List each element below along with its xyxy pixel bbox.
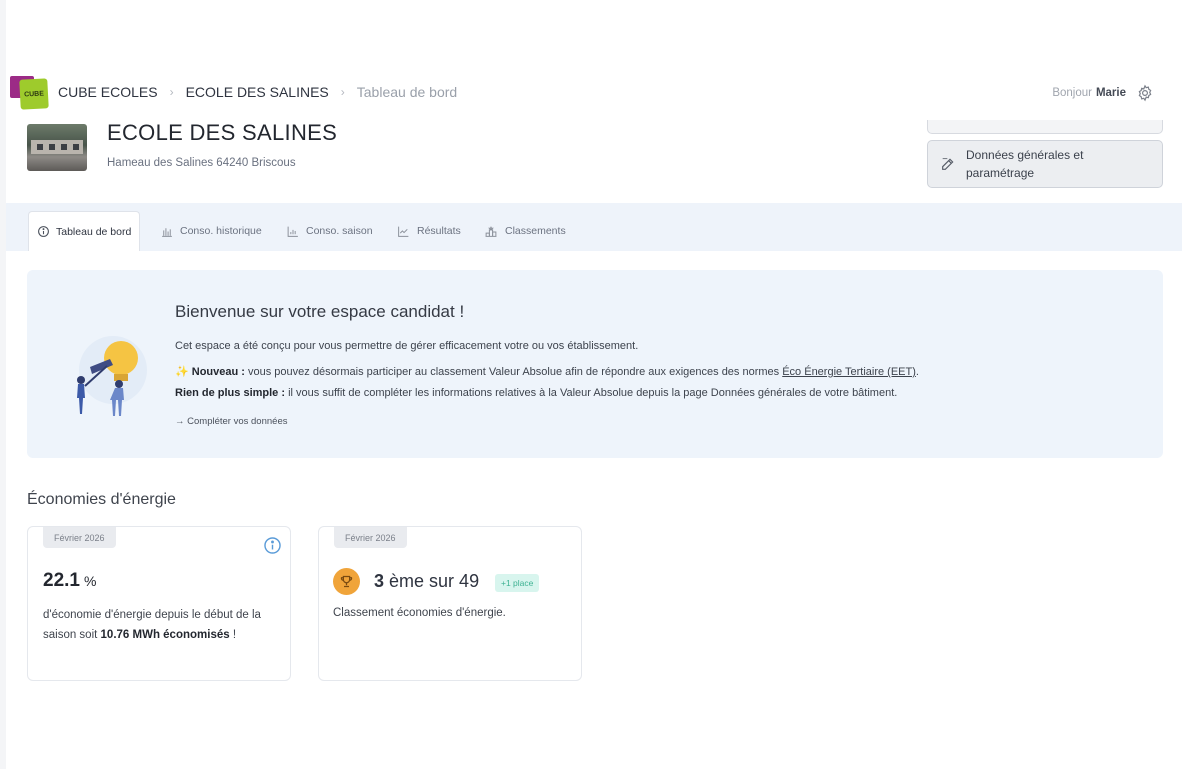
breadcrumb-separator: › xyxy=(340,85,345,99)
complete-data-link[interactable]: → Compléter vos données xyxy=(175,416,287,427)
rank-text: ème sur 49 xyxy=(389,571,480,591)
tab-dashboard-label: Tableau de bord xyxy=(56,225,132,238)
savings-description: d'économie d'énergie depuis le début de … xyxy=(43,605,283,645)
breadcrumb-item-school[interactable]: ECOLE DES SALINES xyxy=(186,84,329,100)
tab-history-consumption[interactable]: Conso. historique xyxy=(160,211,262,251)
tab-dashboard[interactable]: Tableau de bord xyxy=(28,211,141,251)
bar-chart-icon xyxy=(162,227,172,237)
eet-link[interactable]: Éco Énergie Tertiaire (EET) xyxy=(782,366,916,378)
cube-logo[interactable]: CUBE xyxy=(10,74,49,110)
savings-text-end: ! xyxy=(229,629,237,641)
new-suffix: . xyxy=(915,366,919,378)
tab-season-consumption[interactable]: Conso. saison xyxy=(286,211,373,251)
breadcrumb-item-cube-ecoles[interactable]: CUBE ECOLES xyxy=(58,84,158,100)
user-name: Marie xyxy=(1095,87,1126,99)
energy-section-title: Économies d'énergie xyxy=(27,491,176,508)
welcome-intro: Cet espace a été conçu pour vous permett… xyxy=(175,340,639,352)
welcome-card: Bienvenue sur votre espace candidat ! Ce… xyxy=(27,270,1163,458)
gear-icon[interactable] xyxy=(1136,84,1154,102)
line-chart-icon xyxy=(398,226,409,237)
trophy-icon xyxy=(333,568,360,595)
tab-season-label: Conso. saison xyxy=(306,225,373,237)
page-title: ECOLE DES SALINES xyxy=(107,120,338,145)
new-text: vous pouvez désormais participer au clas… xyxy=(244,366,783,378)
savings-unit: % xyxy=(83,573,97,589)
info-circle-icon xyxy=(38,226,49,237)
simple-label: Rien de plus simple : xyxy=(175,387,286,399)
new-label: Nouveau : xyxy=(191,366,245,378)
rank-value: 3 ème sur 49 xyxy=(374,571,479,592)
tab-results-label: Résultats xyxy=(417,225,461,237)
simple-text: il vous suffit de compléter les informat… xyxy=(285,387,898,399)
breadcrumb-item-current: Tableau de bord xyxy=(356,84,458,100)
column-chart-icon xyxy=(287,226,298,237)
tab-results[interactable]: Résultats xyxy=(396,211,461,251)
tab-rankings-label: Classements xyxy=(505,225,566,237)
breadcrumb: CUBE CUBE ECOLES › ECOLE DES SALINES › T… xyxy=(10,74,1182,110)
general-data-settings-label: Données générales et paramétrage xyxy=(966,148,1084,180)
savings-card: Février 2026 22.1% d'économie d'énergie … xyxy=(27,526,291,681)
breadcrumb-separator: › xyxy=(169,85,174,99)
ranking-card: Février 2026 3 ème sur 49 +1 place Class… xyxy=(318,526,582,681)
school-address: Hameau des Salines 64240 Briscous xyxy=(107,157,296,169)
welcome-simple-line: Rien de plus simple : il vous suffit de … xyxy=(175,387,897,399)
podium-icon xyxy=(485,225,497,237)
general-data-settings-button[interactable]: Données générales et paramétrage xyxy=(927,140,1163,188)
sparkle-icon: ✨ xyxy=(175,366,189,378)
school-photo xyxy=(27,124,87,171)
user-greeting: Bonjour Marie xyxy=(1052,84,1154,102)
savings-number: 22.1 xyxy=(43,570,80,591)
savings-amount: 10.76 MWh économisés xyxy=(100,629,230,641)
greeting-text: Bonjour xyxy=(1052,87,1092,99)
lightbulb-people-illustration xyxy=(77,336,147,416)
edit-icon xyxy=(942,158,954,170)
rank-change-badge: +1 place xyxy=(495,574,540,592)
ranking-description: Classement économies d'énergie. xyxy=(333,607,506,619)
tab-history-label: Conso. historique xyxy=(180,225,262,237)
period-badge: Février 2026 xyxy=(334,527,407,548)
secondary-action-button[interactable] xyxy=(927,120,1163,134)
tab-rankings[interactable]: Classements xyxy=(483,211,566,251)
info-icon[interactable] xyxy=(263,536,282,555)
tab-bar: Tableau de bord Conso. historique Conso.… xyxy=(6,203,1182,251)
left-edge xyxy=(0,0,6,769)
rank-number: 3 xyxy=(374,571,385,591)
welcome-new-line: ✨ Nouveau : vous pouvez désormais partic… xyxy=(175,365,919,378)
welcome-title: Bienvenue sur votre espace candidat ! xyxy=(175,302,465,321)
savings-value: 22.1% xyxy=(43,570,96,592)
period-badge: Février 2026 xyxy=(43,527,116,548)
